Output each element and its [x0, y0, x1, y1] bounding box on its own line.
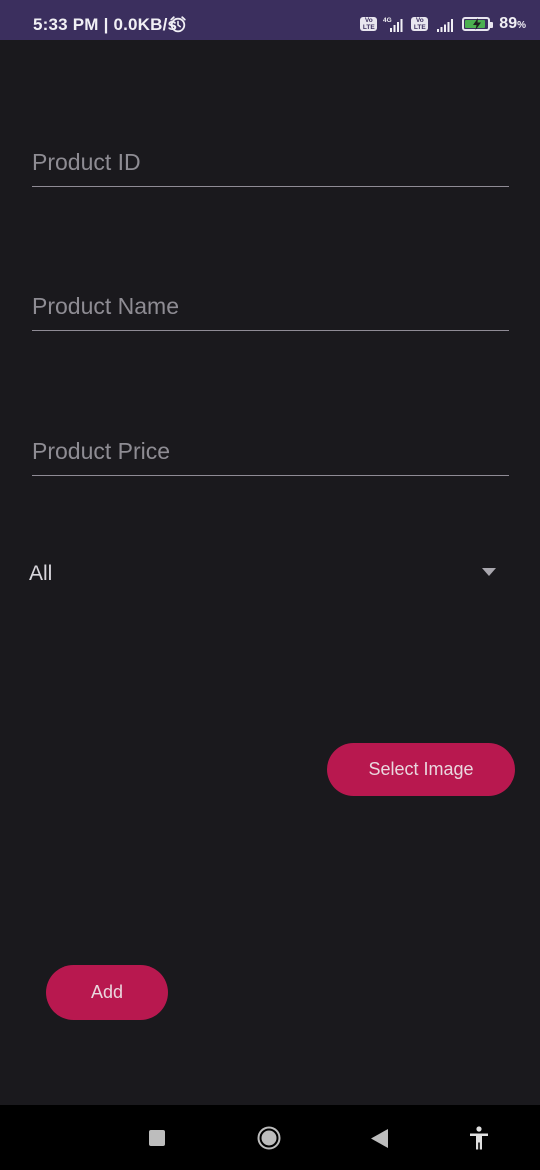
volte-badge-1: Vo LTE [360, 17, 378, 31]
battery-icon [462, 17, 494, 31]
signal-4g-icon: 4G [383, 17, 403, 32]
navigation-bar [0, 1105, 540, 1170]
dropdown-arrow-icon [482, 568, 496, 576]
network-type-label: 4G [383, 17, 392, 24]
product-price-input[interactable] [32, 438, 509, 465]
category-selected-value: All [29, 562, 53, 585]
battery-unit: % [517, 20, 526, 31]
alarm-clock-icon [170, 16, 186, 33]
product-name-input[interactable] [32, 293, 509, 320]
square-recents-icon[interactable] [149, 1130, 165, 1146]
circle-home-icon[interactable] [257, 1126, 281, 1150]
battery-percentage: 89% [499, 15, 526, 33]
status-icons: Vo LTE 4G Vo LTE 89% [360, 13, 526, 35]
product-id-field[interactable] [32, 116, 509, 187]
volte-badge-2: Vo LTE [411, 17, 429, 31]
product-name-field[interactable] [32, 260, 509, 331]
signal-icon [437, 19, 454, 32]
category-spinner[interactable]: All [29, 550, 509, 596]
status-bar: 5:33 PM | 0.0KB/s Vo LTE 4G Vo LTE 89% [0, 0, 540, 40]
product-id-input[interactable] [32, 149, 509, 176]
select-image-button[interactable]: Select Image [327, 743, 515, 796]
charging-bolt-icon [473, 18, 482, 30]
product-price-field[interactable] [32, 405, 509, 476]
add-button[interactable]: Add [46, 965, 168, 1020]
battery-level: 89 [499, 15, 518, 32]
accessibility-person-icon[interactable] [469, 1126, 489, 1150]
triangle-back-icon[interactable] [371, 1129, 388, 1148]
status-time-network-speed: 5:33 PM | 0.0KB/s [33, 15, 178, 34]
